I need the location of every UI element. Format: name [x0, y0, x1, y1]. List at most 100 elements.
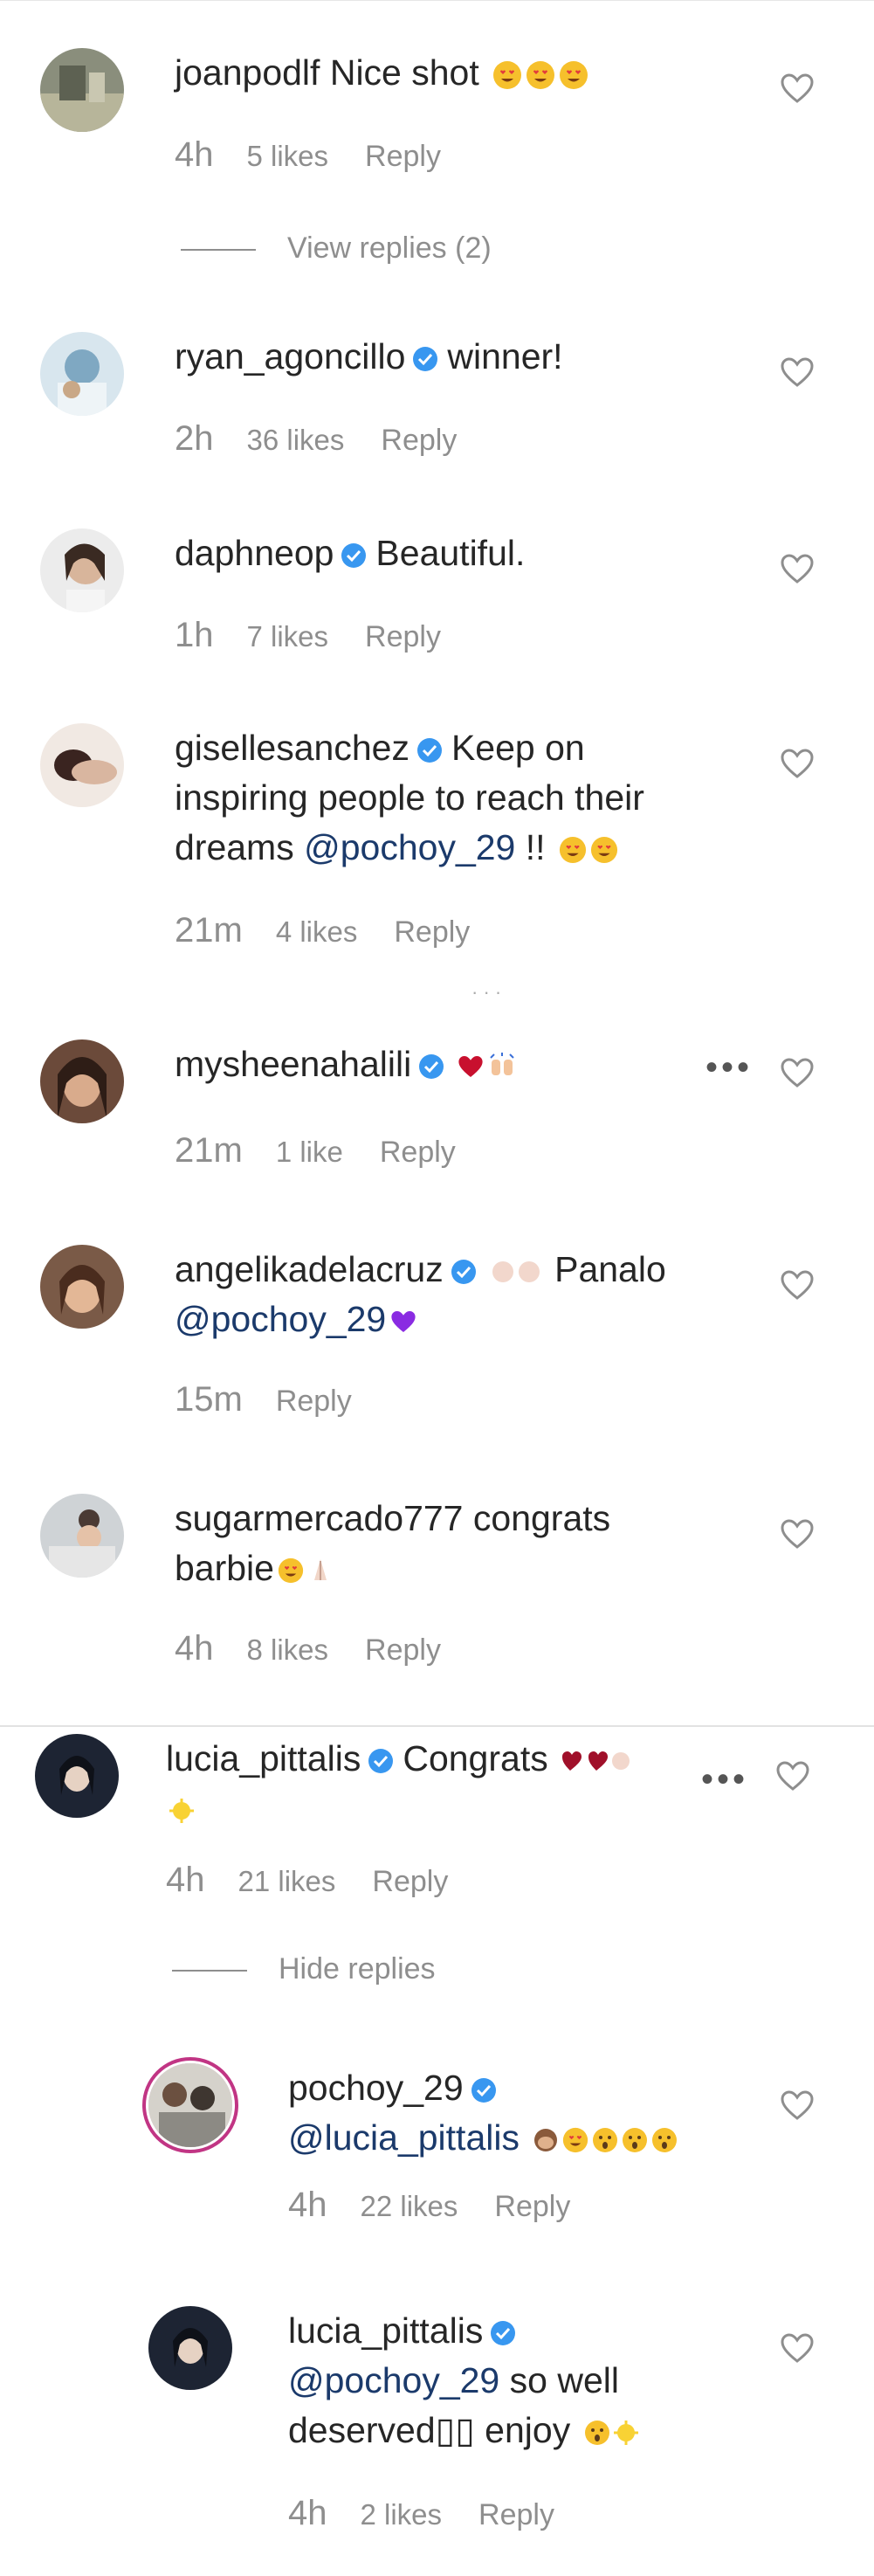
- like-heart-icon[interactable]: [775, 1760, 810, 1792]
- more-options-icon[interactable]: •••: [705, 1048, 753, 1088]
- avatar[interactable]: [40, 1039, 124, 1123]
- comment-body: winner!: [447, 336, 563, 376]
- reply-button[interactable]: Reply: [365, 140, 441, 173]
- reply-button[interactable]: Reply: [478, 2498, 554, 2531]
- more-options-icon[interactable]: •••: [701, 1760, 748, 1799]
- likes-count[interactable]: 5 likes: [247, 140, 329, 172]
- like-heart-icon[interactable]: [780, 1269, 815, 1301]
- username-link[interactable]: lucia_pittalis: [166, 1738, 361, 1778]
- comment-text: gisellesanchez Keep on inspiring people t…: [175, 723, 760, 873]
- heart-eyes-emoji-icon: [526, 60, 555, 90]
- comment-body: barbie: [175, 1548, 274, 1588]
- reply-button[interactable]: Reply: [494, 2190, 570, 2223]
- avatar[interactable]: [40, 1245, 124, 1329]
- username-link[interactable]: sugarmercado777: [175, 1498, 463, 1538]
- like-heart-icon[interactable]: [780, 356, 815, 388]
- avatar[interactable]: [148, 2306, 232, 2390]
- view-replies-button[interactable]: View replies (2): [181, 231, 492, 266]
- avatar[interactable]: [40, 723, 124, 807]
- hide-replies-button[interactable]: Hide replies: [172, 1952, 436, 1986]
- verified-badge-icon: [412, 346, 438, 372]
- section-divider: [0, 1725, 874, 1727]
- reply-button[interactable]: Reply: [372, 1865, 448, 1898]
- like-heart-icon[interactable]: [780, 1518, 815, 1550]
- heart-eyes-emoji-icon: [590, 836, 618, 864]
- comment-body: Congrats: [403, 1738, 548, 1778]
- timestamp: 21m: [175, 1131, 243, 1170]
- reply-button[interactable]: Reply: [365, 1633, 441, 1667]
- purple-heart-emoji-icon: [389, 1309, 417, 1335]
- comments-page: joanpodlf Nice shot 4h 5 likes Reply View …: [0, 0, 874, 2576]
- reply-button[interactable]: Reply: [276, 1385, 352, 1418]
- likes-count[interactable]: 22 likes: [361, 2190, 458, 2222]
- username-link[interactable]: daphneop: [175, 533, 334, 573]
- verified-badge-icon: [341, 542, 367, 569]
- timestamp: 2h: [175, 419, 214, 458]
- likes-count[interactable]: 4 likes: [276, 915, 358, 948]
- mention-link[interactable]: @pochoy_29: [304, 827, 515, 867]
- avatar[interactable]: [35, 1734, 119, 1818]
- comment-meta: 4h 22 likes Reply: [288, 2186, 570, 2225]
- username-link[interactable]: gisellesanchez: [175, 728, 409, 768]
- red-heart-emoji-icon: [457, 1053, 485, 1080]
- like-heart-icon[interactable]: [780, 73, 815, 104]
- thread-toggle-label: View replies (2): [287, 231, 492, 265]
- heart-eyes-emoji-icon: [278, 1557, 304, 1584]
- username-link[interactable]: mysheenahalili: [175, 1044, 411, 1084]
- avatar[interactable]: [40, 528, 124, 612]
- thread-line: [181, 249, 256, 252]
- mention-link[interactable]: @pochoy_29: [288, 2360, 499, 2400]
- thread-line: [172, 1970, 247, 1972]
- likes-count[interactable]: 2 likes: [361, 2498, 443, 2531]
- likes-count[interactable]: 1 like: [276, 1136, 343, 1168]
- username-link[interactable]: lucia_pittalis: [288, 2310, 483, 2351]
- prayer-emoji-icon: [307, 1557, 334, 1584]
- like-heart-icon[interactable]: [780, 1057, 815, 1088]
- sparkle-emoji-icon: [613, 2421, 638, 2446]
- like-heart-icon[interactable]: [780, 748, 815, 779]
- heart-eyes-emoji-icon: [492, 60, 522, 90]
- reply-button[interactable]: Reply: [394, 915, 470, 949]
- timestamp: 4h: [175, 1629, 214, 1668]
- like-heart-icon[interactable]: [780, 2332, 815, 2364]
- mention-link[interactable]: @pochoy_29: [175, 1299, 386, 1339]
- astonished-emoji-icon: [584, 2420, 610, 2446]
- comment-text: pochoy_29 @lucia_pittalis: [288, 2063, 760, 2163]
- avatar[interactable]: [148, 2063, 232, 2147]
- likes-count[interactable]: 8 likes: [247, 1633, 329, 1666]
- astonished-emoji-icon: [592, 2127, 618, 2153]
- comment-meta: 21m 4 likes Reply: [175, 911, 470, 950]
- avatar[interactable]: [40, 1494, 124, 1578]
- comment-meta: 15m Reply: [175, 1380, 352, 1419]
- comment-text: lucia_pittalis Congrats: [166, 1734, 751, 1834]
- like-heart-icon[interactable]: [780, 553, 815, 584]
- praying-hands-emoji-icon: [489, 1260, 545, 1284]
- comment-text: angelikadelacruz Panalo @pochoy_29: [175, 1245, 760, 1344]
- username-link[interactable]: pochoy_29: [288, 2068, 464, 2108]
- likes-count[interactable]: 21 likes: [238, 1865, 336, 1897]
- comment-text: daphneop Beautiful.: [175, 528, 760, 578]
- comment-body: deserved▯▯ enjoy: [288, 2410, 581, 2450]
- comment-body: !!: [515, 827, 555, 867]
- likes-count[interactable]: 7 likes: [247, 620, 329, 653]
- avatar[interactable]: [40, 48, 124, 132]
- comment-body: Beautiful.: [375, 533, 526, 573]
- like-heart-icon[interactable]: [780, 2089, 815, 2121]
- reply-button[interactable]: Reply: [365, 620, 441, 653]
- reply-button[interactable]: Reply: [381, 424, 457, 457]
- heart-eyes-emoji-icon: [559, 836, 587, 864]
- likes-count[interactable]: 36 likes: [247, 424, 345, 456]
- reply-button[interactable]: Reply: [380, 1136, 456, 1169]
- comment-meta: 4h 2 likes Reply: [288, 2494, 554, 2533]
- comment-meta: 1h 7 likes Reply: [175, 616, 441, 655]
- astonished-emoji-icon: [651, 2127, 678, 2153]
- comment-text: sugarmercado777 congrats barbie: [175, 1494, 760, 1593]
- username-link[interactable]: ryan_agoncillo: [175, 336, 405, 376]
- mention-link[interactable]: @lucia_pittalis: [288, 2117, 520, 2158]
- see-no-evil-emoji-icon: [533, 2127, 559, 2153]
- avatar[interactable]: [40, 332, 124, 416]
- comment-text: joanpodlf Nice shot: [175, 48, 760, 98]
- comment-meta: 4h 5 likes Reply: [175, 135, 441, 175]
- username-link[interactable]: joanpodlf: [175, 52, 320, 93]
- username-link[interactable]: angelikadelacruz: [175, 1249, 444, 1289]
